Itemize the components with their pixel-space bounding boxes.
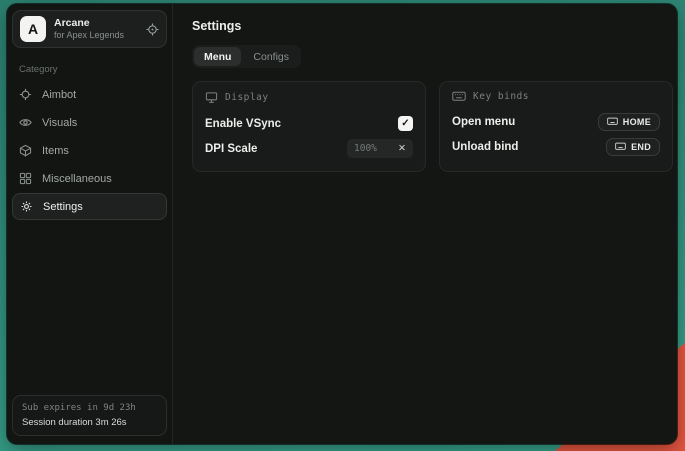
unload-bind-key: END [631,142,651,152]
keybinds-card-header: Key binds [452,91,660,102]
unload-bind-label: Unload bind [452,141,518,153]
tab-configs[interactable]: Configs [243,47,299,66]
cube-icon [19,144,33,157]
grid-icon [19,172,33,185]
main-content: Settings Menu Configs Display Enable VSy… [173,4,677,444]
dpi-row: DPI Scale 100% ✕ [205,136,413,161]
display-card-title: Display [225,92,269,103]
crosshair-icon [19,88,33,101]
sidebar-item-items[interactable]: Items [12,137,167,164]
app-logo: A [20,16,46,42]
vsync-label: Enable VSync [205,118,281,130]
sidebar-item-settings[interactable]: Settings [12,193,167,220]
open-menu-key: HOME [623,117,651,127]
sidebar-item-label: Settings [43,201,83,213]
open-menu-label: Open menu [452,116,515,128]
dpi-scale-value: 100% [354,143,377,154]
sub-expires-text: Sub expires in 9d 23h [22,403,157,413]
dpi-scale-input[interactable]: 100% ✕ [347,139,413,158]
dpi-label: DPI Scale [205,143,257,155]
tab-bar: Menu Configs [192,45,301,68]
keyboard-icon [615,142,626,151]
app-header-text: Arcane for Apex Legends [54,18,124,40]
display-card-header: Display [205,91,413,104]
app-subtitle: for Apex Legends [54,31,124,40]
keybinds-card-title: Key binds [473,91,529,102]
eye-icon [19,116,33,129]
tab-menu[interactable]: Menu [194,47,241,66]
vsync-checkbox[interactable]: ✓ [398,116,413,131]
display-card: Display Enable VSync ✓ DPI Scale 100% ✕ [192,81,426,172]
unload-bind-keybind-button[interactable]: END [606,138,660,156]
unload-bind-row: Unload bind END [452,134,660,159]
open-menu-keybind-button[interactable]: HOME [598,113,660,131]
vsync-row: Enable VSync ✓ [205,111,413,136]
sidebar-item-label: Visuals [42,117,77,129]
keybinds-card: Key binds Open menu HOME Unload bind [439,81,673,172]
session-duration-text: Session duration 3m 26s [22,417,157,428]
category-label: Category [19,64,172,75]
page-title: Settings [192,19,673,33]
keyboard-icon [607,117,618,126]
sidebar-item-visuals[interactable]: Visuals [12,109,167,136]
app-header-card: A Arcane for Apex Legends [12,10,167,48]
sidebar: A Arcane for Apex Legends Category Aimbo… [7,4,173,444]
app-window: A Arcane for Apex Legends Category Aimbo… [7,4,677,444]
subscription-card: Sub expires in 9d 23h Session duration 3… [12,395,167,436]
open-menu-row: Open menu HOME [452,109,660,134]
settings-cards: Display Enable VSync ✓ DPI Scale 100% ✕ [192,81,673,172]
sidebar-item-label: Items [42,145,69,157]
sidebar-item-label: Aimbot [42,89,76,101]
sidebar-item-miscellaneous[interactable]: Miscellaneous [12,165,167,192]
monitor-icon [205,91,218,104]
sidebar-menu: Aimbot Visuals Items [7,81,172,220]
sidebar-item-aimbot[interactable]: Aimbot [12,81,167,108]
clear-icon[interactable]: ✕ [398,144,406,154]
sidebar-item-label: Miscellaneous [42,173,112,185]
target-icon[interactable] [146,23,159,36]
keyboard-icon [452,91,466,102]
gear-icon [20,200,34,213]
app-name: Arcane [54,18,124,29]
